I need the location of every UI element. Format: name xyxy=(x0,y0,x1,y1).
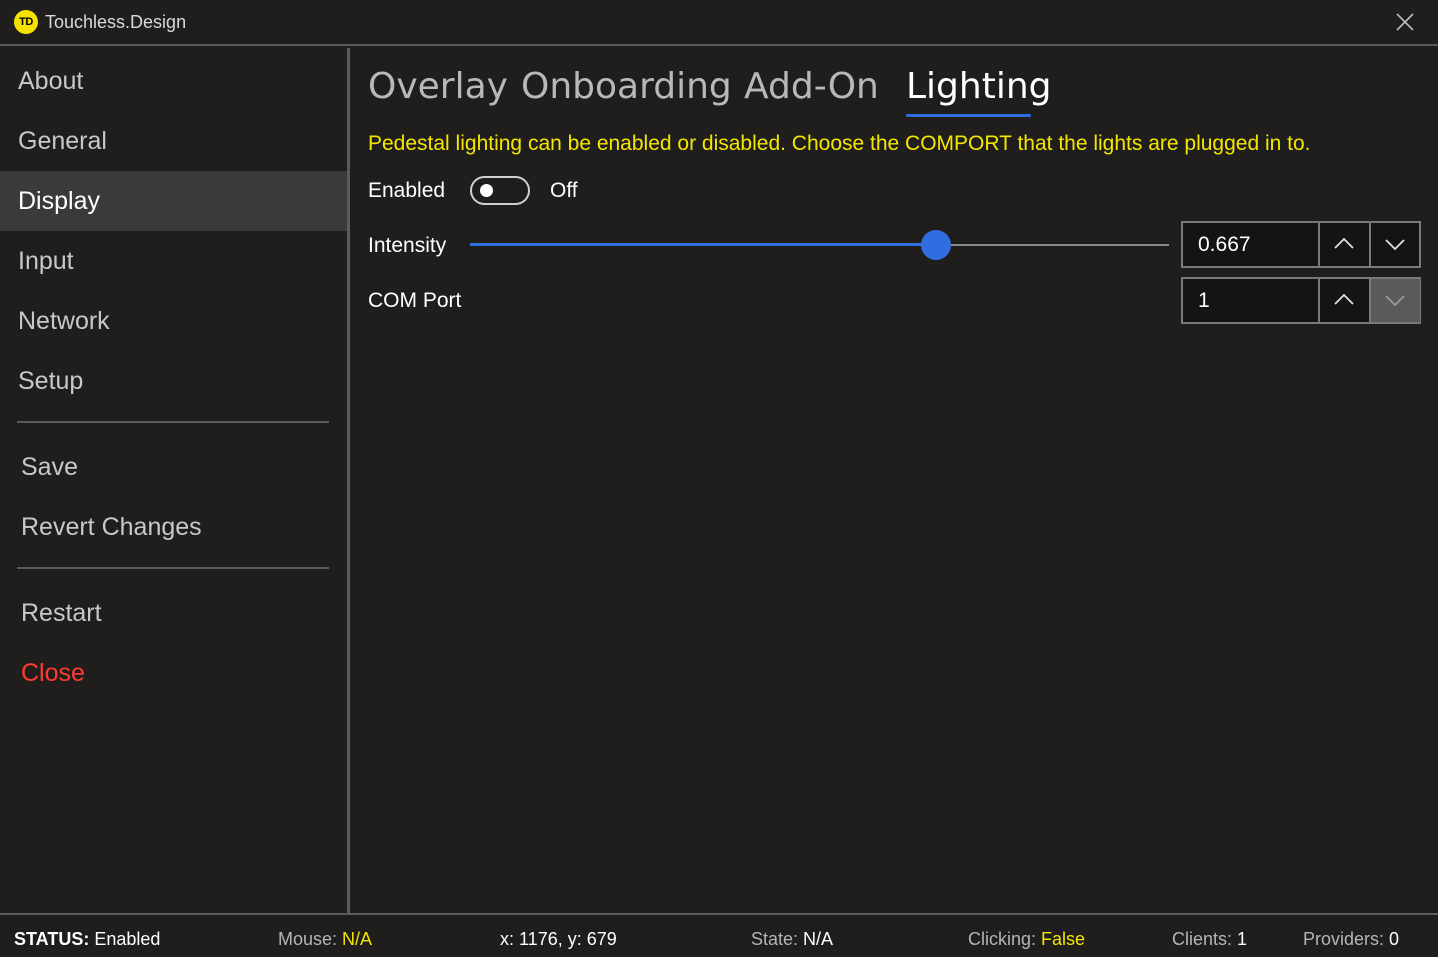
clicking-indicator: Clicking: False xyxy=(968,929,1085,950)
intensity-slider-thumb[interactable] xyxy=(921,230,951,260)
mouse-indicator: Mouse: N/A xyxy=(278,929,372,950)
tab-lighting[interactable]: Lighting xyxy=(906,66,1052,107)
clicking-value: False xyxy=(1041,929,1086,949)
com-port-number-box: 1 xyxy=(1181,277,1421,324)
sidebar-item-input[interactable]: Input xyxy=(0,231,347,291)
sidebar-item-setup[interactable]: Setup xyxy=(0,351,347,411)
intensity-label: Intensity xyxy=(368,234,447,257)
mouse-label: Mouse: xyxy=(278,929,338,949)
sidebar-border xyxy=(347,48,350,913)
chevron-up-icon xyxy=(1334,293,1354,305)
com-port-increment-button[interactable] xyxy=(1318,279,1369,322)
sidebar-divider xyxy=(17,421,329,423)
tab-add-on[interactable]: Add-On xyxy=(744,66,879,107)
toggle-knob xyxy=(480,184,493,197)
status-indicator: STATUS: Enabled xyxy=(14,929,160,950)
intensity-decrement-button[interactable] xyxy=(1369,223,1420,266)
clients-indicator: Clients: 1 xyxy=(1172,929,1247,950)
intensity-increment-button[interactable] xyxy=(1318,223,1369,266)
clicking-label: Clicking: xyxy=(968,929,1037,949)
active-tab-indicator xyxy=(906,114,1031,117)
revert-changes-button[interactable]: Revert Changes xyxy=(0,497,347,557)
providers-indicator: Providers: 0 xyxy=(1303,929,1399,950)
cursor-coordinates: x: 1176, y: 679 xyxy=(500,929,617,949)
restart-button[interactable]: Restart xyxy=(0,583,347,643)
status-value: Enabled xyxy=(94,929,161,949)
intensity-slider[interactable] xyxy=(470,230,1169,260)
intensity-number-box: 0.667 xyxy=(1181,221,1421,268)
com-port-decrement-button[interactable] xyxy=(1369,279,1420,322)
status-label: STATUS: xyxy=(14,929,90,949)
sidebar-item-about[interactable]: About xyxy=(0,51,347,111)
sidebar-item-general[interactable]: General xyxy=(0,111,347,171)
chevron-down-icon xyxy=(1385,239,1405,251)
mouse-value: N/A xyxy=(342,929,373,949)
chevron-up-icon xyxy=(1334,237,1354,249)
sidebar-item-network[interactable]: Network xyxy=(0,291,347,351)
providers-label: Providers: xyxy=(1303,929,1385,949)
clients-label: Clients: xyxy=(1172,929,1233,949)
intensity-slider-fill xyxy=(470,243,936,246)
toggle-state-label: Off xyxy=(550,179,578,202)
providers-value: 0 xyxy=(1389,929,1400,949)
close-button[interactable]: Close xyxy=(0,643,347,703)
com-port-input[interactable]: 1 xyxy=(1183,279,1319,322)
sidebar-item-display[interactable]: Display xyxy=(0,171,347,231)
clients-value: 1 xyxy=(1237,929,1248,949)
tab-overlay[interactable]: Overlay xyxy=(368,66,508,107)
state-value: N/A xyxy=(803,929,834,949)
intensity-input[interactable]: 0.667 xyxy=(1183,223,1319,266)
sidebar-divider xyxy=(17,567,329,569)
enabled-toggle[interactable] xyxy=(470,176,530,205)
enabled-label: Enabled xyxy=(368,179,446,202)
lighting-info-text: Pedestal lighting can be enabled or disa… xyxy=(368,132,1311,155)
window-close-icon[interactable] xyxy=(1394,11,1416,33)
state-label: State: xyxy=(751,929,799,949)
status-bar: STATUS: Enabled Mouse: N/A x: 1176, y: 6… xyxy=(0,913,1438,957)
tab-onboarding[interactable]: Onboarding xyxy=(521,66,732,107)
com-port-label: COM Port xyxy=(368,289,462,312)
app-title: Touchless.Design xyxy=(45,12,187,32)
save-button[interactable]: Save xyxy=(0,437,347,497)
title-bar: TD Touchless.Design xyxy=(0,0,1438,46)
chevron-down-icon xyxy=(1385,295,1405,307)
sidebar: About General Display Input Network Setu… xyxy=(0,48,347,913)
app-logo: TD xyxy=(14,10,38,34)
state-indicator: State: N/A xyxy=(751,929,833,950)
